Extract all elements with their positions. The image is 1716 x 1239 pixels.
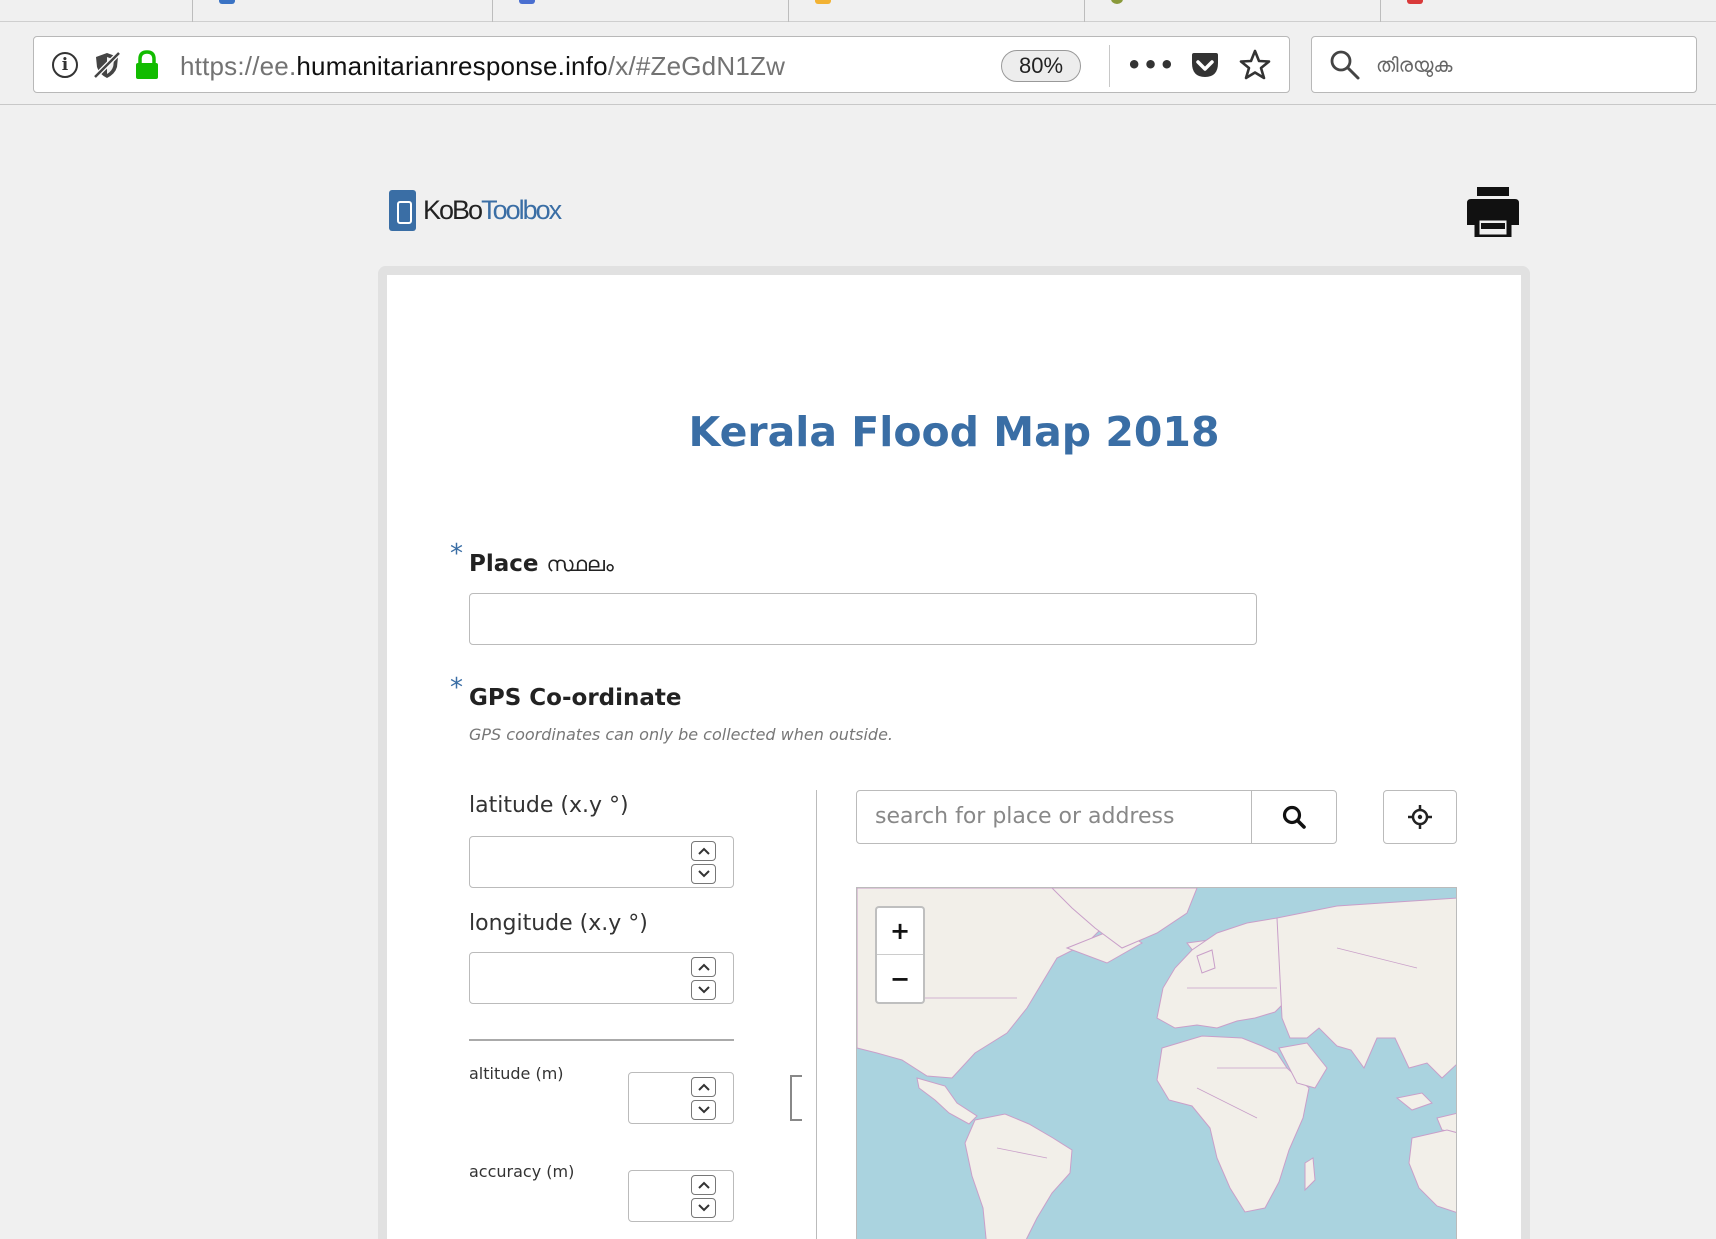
latitude-spinner[interactable] xyxy=(691,841,716,884)
info-icon[interactable]: i xyxy=(50,50,80,80)
chevron-down-icon[interactable] xyxy=(691,864,716,884)
star-icon[interactable] xyxy=(1237,47,1273,83)
zoom-level-button[interactable]: 80% xyxy=(1001,50,1081,82)
column-divider xyxy=(816,790,817,1239)
tab-favicon-icon xyxy=(519,0,535,4)
kobo-logo-icon xyxy=(389,190,416,231)
map-zoom-control: + − xyxy=(875,906,925,1004)
gps-label: GPS Co-ordinate xyxy=(469,685,682,711)
form-title: Kerala Flood Map 2018 xyxy=(688,408,1220,456)
search-icon xyxy=(1282,805,1306,829)
tab-favicon-icon xyxy=(1407,0,1423,4)
chevron-up-icon[interactable] xyxy=(691,957,716,977)
url-bar-divider xyxy=(1109,45,1110,87)
bracket-mark xyxy=(790,1075,802,1121)
chevron-up-icon[interactable] xyxy=(691,841,716,861)
tab-favicon-icon xyxy=(1111,0,1123,4)
required-marker: * xyxy=(450,673,463,703)
accuracy-input[interactable] xyxy=(628,1170,734,1222)
tab-favicon-icon xyxy=(815,0,831,4)
place-label-text: Place xyxy=(469,551,539,577)
accuracy-spinner[interactable] xyxy=(691,1175,716,1218)
coordinates-divider xyxy=(469,1039,734,1041)
url-prefix: https://ee. xyxy=(180,51,297,81)
chevron-down-icon[interactable] xyxy=(691,1198,716,1218)
map-search-input[interactable]: search for place or address xyxy=(856,790,1252,844)
required-marker: * xyxy=(450,539,463,569)
accuracy-label: accuracy (m) xyxy=(469,1162,575,1181)
world-map xyxy=(857,888,1456,1239)
map-search-button[interactable] xyxy=(1251,790,1337,844)
chevron-down-icon[interactable] xyxy=(691,980,716,1000)
browser-tab[interactable] xyxy=(788,0,1084,22)
navigation-bar: i https://ee.humanitarianresponse.info/x… xyxy=(0,22,1716,105)
place-label: Place സ്ഥലം xyxy=(469,551,614,577)
crosshair-icon xyxy=(1408,805,1432,829)
latitude-input[interactable] xyxy=(469,836,734,888)
map-view[interactable]: + − xyxy=(856,887,1457,1239)
logo-text-kobo: KoBo xyxy=(423,195,483,225)
map-search-placeholder: search for place or address xyxy=(875,804,1175,829)
pocket-icon[interactable] xyxy=(1187,49,1223,81)
form-card: Kerala Flood Map 2018 * Place സ്ഥലം * GP… xyxy=(378,266,1530,1239)
gps-hint: GPS coordinates can only be collected wh… xyxy=(469,725,894,744)
chevron-up-icon[interactable] xyxy=(691,1175,716,1195)
url-text[interactable]: https://ee.humanitarianresponse.info/x/#… xyxy=(180,51,785,82)
latitude-label: latitude (x.y °) xyxy=(469,793,629,818)
altitude-label: altitude (m) xyxy=(469,1064,564,1083)
tracking-protection-icon[interactable] xyxy=(90,50,124,80)
browser-tab[interactable] xyxy=(1084,0,1380,22)
browser-tab[interactable] xyxy=(192,0,492,22)
browser-tab[interactable] xyxy=(1380,0,1676,22)
url-bar[interactable]: i https://ee.humanitarianresponse.info/x… xyxy=(33,36,1290,93)
search-icon xyxy=(1330,50,1360,80)
longitude-label: longitude (x.y °) xyxy=(469,911,648,936)
lock-icon[interactable] xyxy=(132,50,162,80)
search-placeholder: തിരയുക xyxy=(1376,53,1453,77)
zoom-in-button[interactable]: + xyxy=(877,908,923,955)
chevron-down-icon[interactable] xyxy=(691,1100,716,1120)
longitude-input[interactable] xyxy=(469,952,734,1004)
longitude-spinner[interactable] xyxy=(691,957,716,1000)
place-input[interactable] xyxy=(469,593,1257,645)
logo-text-toolbox: Toolbox xyxy=(481,195,562,225)
search-bar[interactable]: തിരയുക xyxy=(1311,36,1697,93)
browser-tab[interactable] xyxy=(492,0,788,22)
tab-favicon-icon xyxy=(219,0,235,4)
url-domain: humanitarianresponse.info xyxy=(296,51,608,81)
altitude-input[interactable] xyxy=(628,1072,734,1124)
place-label-malayalam: സ്ഥലം xyxy=(546,552,614,576)
locate-me-button[interactable] xyxy=(1383,790,1457,844)
altitude-spinner[interactable] xyxy=(691,1077,716,1120)
zoom-out-button[interactable]: − xyxy=(877,955,923,1002)
url-path: /x/#ZeGdN1Zw xyxy=(607,51,786,81)
printer-icon[interactable] xyxy=(1465,185,1521,237)
kobotoolbox-logo[interactable]: KoBo Toolbox xyxy=(389,190,562,231)
chevron-up-icon[interactable] xyxy=(691,1077,716,1097)
tab-strip xyxy=(0,0,1716,22)
more-icon[interactable]: ••• xyxy=(1126,49,1174,81)
